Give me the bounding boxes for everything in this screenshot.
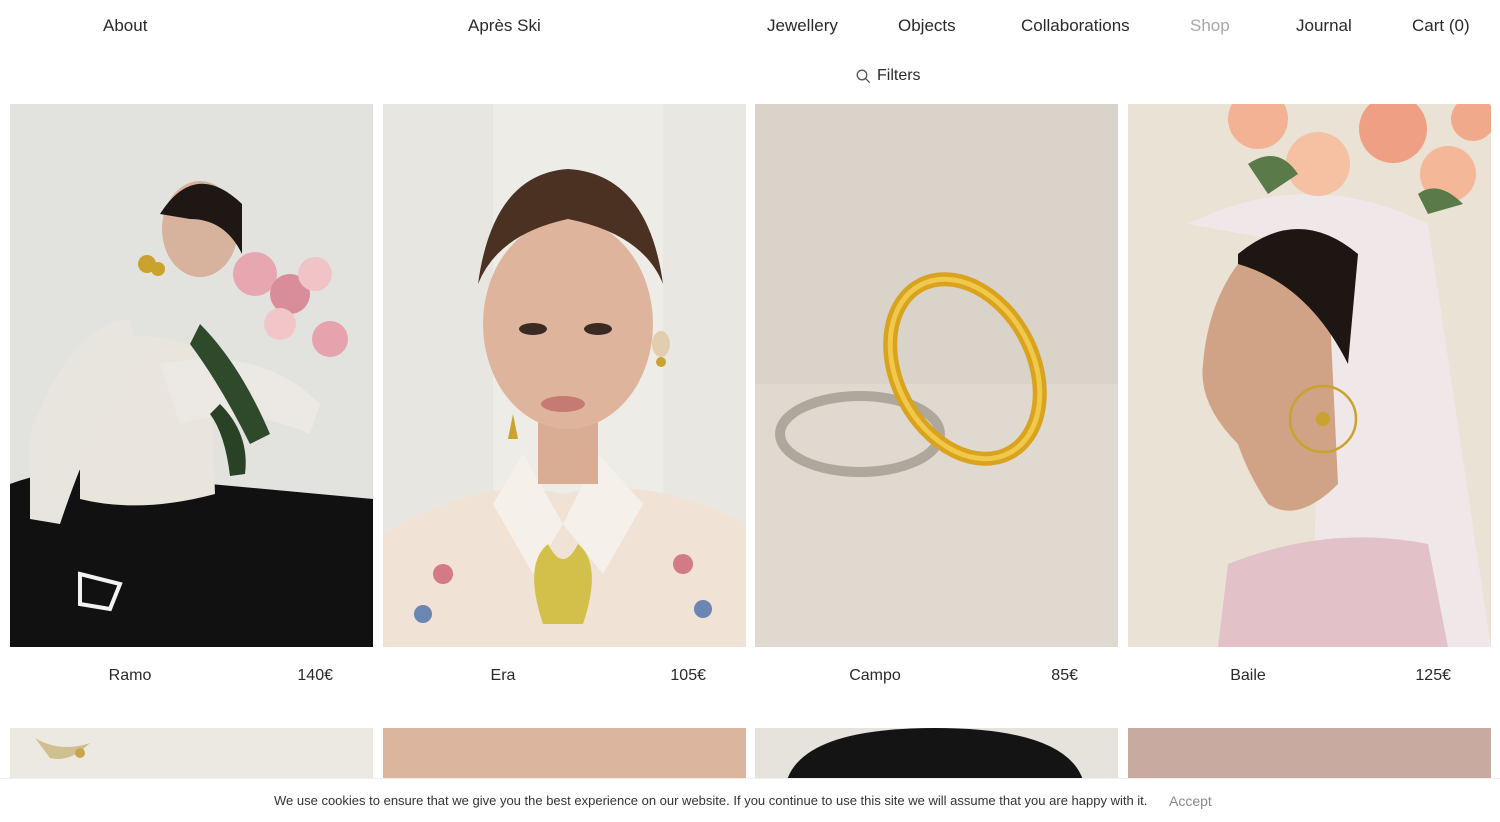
- product-image-ramo[interactable]: [10, 104, 373, 647]
- product-name[interactable]: Era: [383, 667, 623, 685]
- cookie-banner: We use cookies to ensure that we give yo…: [0, 778, 1500, 822]
- nav-shop[interactable]: Shop: [1190, 16, 1230, 36]
- product-price: 125€: [1415, 667, 1451, 684]
- product-image-era[interactable]: [383, 104, 746, 647]
- nav-objects[interactable]: Objects: [898, 16, 956, 36]
- cookie-accept-button[interactable]: Accept: [1169, 793, 1212, 809]
- product-meta: Era 105€: [383, 667, 746, 691]
- search-icon: [856, 69, 871, 83]
- filters-button[interactable]: Filters: [856, 67, 921, 85]
- product-image-baile[interactable]: [1128, 104, 1491, 647]
- filters-label: Filters: [877, 67, 921, 84]
- top-navigation: About Après Ski Jewellery Objects Collab…: [0, 0, 1500, 52]
- product-image-campo[interactable]: [755, 104, 1118, 647]
- product-name[interactable]: Ramo: [10, 667, 250, 685]
- nav-cart[interactable]: Cart (0): [1412, 16, 1470, 36]
- nav-jewellery[interactable]: Jewellery: [767, 16, 838, 36]
- nav-about[interactable]: About: [103, 16, 147, 36]
- brand-logo[interactable]: Après Ski: [468, 16, 541, 36]
- product-grid: Ramo 140€ Era 105€ Campo 85€ Baile 125€: [10, 104, 1491, 822]
- cookie-message: We use cookies to ensure that we give yo…: [274, 793, 1148, 808]
- product-name[interactable]: Campo: [755, 667, 995, 685]
- product-price: 140€: [297, 667, 333, 684]
- product-price: 85€: [1051, 667, 1078, 684]
- product-name[interactable]: Baile: [1128, 667, 1368, 685]
- product-meta: Campo 85€: [755, 667, 1118, 691]
- product-meta: Baile 125€: [1128, 667, 1491, 691]
- product-meta: Ramo 140€: [10, 667, 373, 691]
- product-price: 105€: [670, 667, 706, 684]
- nav-collaborations[interactable]: Collaborations: [1021, 16, 1130, 36]
- nav-journal[interactable]: Journal: [1296, 16, 1352, 36]
